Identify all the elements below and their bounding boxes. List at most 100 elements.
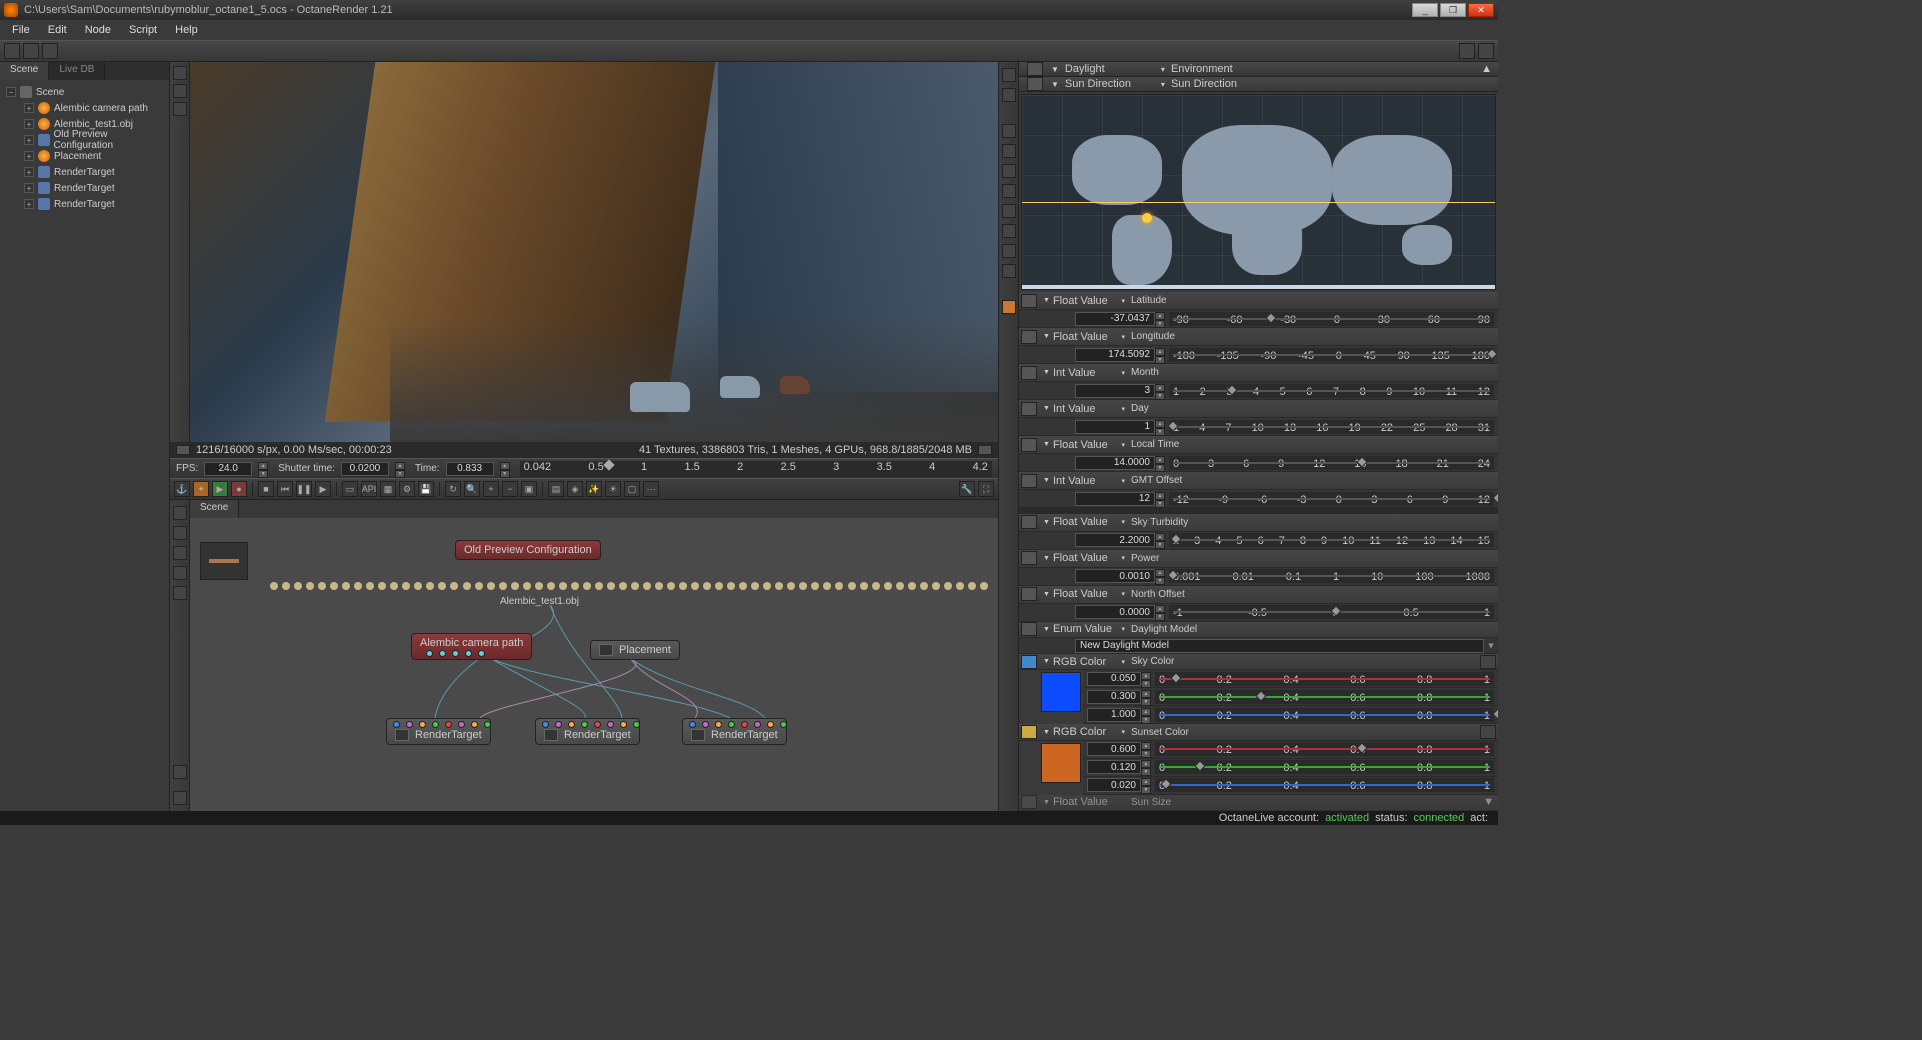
tree-root[interactable]: − Scene <box>2 84 167 100</box>
tree-item[interactable]: +Alembic camera path <box>2 100 167 116</box>
fps-input[interactable] <box>204 462 252 476</box>
maximize-button[interactable]: ❐ <box>1440 3 1466 17</box>
layer-icon[interactable]: ▤ <box>548 481 564 497</box>
rt-mesh-icon[interactable] <box>1002 224 1016 238</box>
spinner[interactable]: ▲▼ <box>1155 456 1165 470</box>
sunset-g-slider[interactable]: 00.20.40.60.81 <box>1155 760 1494 774</box>
sunset-b-input[interactable] <box>1087 778 1141 792</box>
sunset-r-input[interactable] <box>1087 742 1141 756</box>
month-slider[interactable]: 123456789101112 <box>1169 384 1494 398</box>
sky-g-input[interactable] <box>1087 690 1141 704</box>
tree-item[interactable]: +Old Preview Configuration <box>2 132 167 148</box>
spinner[interactable]: ▲▼ <box>1141 672 1151 686</box>
node-placement[interactable]: Placement <box>590 640 680 660</box>
prop-gmt-offset[interactable]: ▼Int Value▾ GMT Offset <box>1019 472 1498 490</box>
minimize-button[interactable]: _ <box>1412 3 1438 17</box>
longitude-slider[interactable]: -180-135-90-4504590135180 <box>1169 348 1494 362</box>
daylight-model-select[interactable]: New Daylight Model <box>1075 639 1484 653</box>
sun-marker-icon[interactable] <box>1142 213 1152 223</box>
play-button[interactable]: ▶ <box>315 481 331 497</box>
more-icon[interactable]: ⋯ <box>643 481 659 497</box>
link-icon[interactable] <box>1021 795 1037 809</box>
timeline-ruler[interactable]: 0.0420.511.522.533.544.2 <box>520 461 992 477</box>
grid-icon[interactable]: ▦ <box>380 481 396 497</box>
time-input[interactable] <box>446 462 494 476</box>
env-header[interactable]: ▼ Daylight ▾ Environment ▲ <box>1019 62 1498 77</box>
scroll-up-icon[interactable]: ▲ <box>1481 63 1492 75</box>
node-alembic-cam[interactable]: Alembic camera path <box>411 633 532 660</box>
rt-cam-icon[interactable] <box>1002 88 1016 102</box>
rt-mat-icon[interactable] <box>1002 204 1016 218</box>
link-icon[interactable] <box>1021 622 1037 636</box>
playhead-icon[interactable] <box>603 459 614 470</box>
time-spinner[interactable]: ▲▼ <box>500 462 510 476</box>
node-select-icon[interactable] <box>173 506 187 520</box>
gmt-offset-slider[interactable]: -12-9-6-3036912 <box>1169 492 1494 506</box>
zoom-icon[interactable]: 🔍 <box>464 481 480 497</box>
node-circle-icon[interactable] <box>173 546 187 560</box>
expand-icon[interactable] <box>1480 725 1496 739</box>
save-icon[interactable]: 💾 <box>418 481 434 497</box>
monitor-icon[interactable]: ▭ <box>342 481 358 497</box>
expand-icon[interactable] <box>1480 655 1496 669</box>
node-list-icon[interactable] <box>173 526 187 540</box>
month-input[interactable] <box>1075 384 1155 398</box>
spinner[interactable]: ▲▼ <box>1155 420 1165 434</box>
node-wrench-icon[interactable] <box>173 765 187 779</box>
expand-icon[interactable]: ⛶ <box>978 481 994 497</box>
vp-lock-icon[interactable] <box>173 66 187 80</box>
day-input[interactable] <box>1075 420 1155 434</box>
expand-icon[interactable]: + <box>24 103 34 113</box>
spinner[interactable]: ▲▼ <box>1155 569 1165 583</box>
sky-b-input[interactable] <box>1087 708 1141 722</box>
shutter-spinner[interactable]: ▲▼ <box>395 462 405 476</box>
sky-r-slider[interactable]: 00.20.40.60.81 <box>1155 672 1494 686</box>
expand-icon[interactable]: + <box>24 119 34 129</box>
prop-daylight-model[interactable]: ▼Enum Value▾ Daylight Model <box>1019 622 1498 638</box>
sundir-header[interactable]: ▼ Sun Direction ▾ Sun Direction <box>1019 77 1498 92</box>
toolbar-open-icon[interactable] <box>23 43 39 59</box>
power-input[interactable] <box>1075 569 1155 583</box>
sky-turbidity-slider[interactable]: 23456789101112131415 <box>1169 533 1494 547</box>
rt-render-icon[interactable] <box>1002 300 1016 314</box>
toolbar-fullscreen-icon[interactable] <box>1478 43 1494 59</box>
prop-sky-turbidity[interactable]: ▼Float Value▾ Sky Turbidity <box>1019 514 1498 532</box>
tree-item[interactable]: +RenderTarget <box>2 180 167 196</box>
prop-sun-size[interactable]: ▼Float Value Sun Size ▼ <box>1019 795 1498 811</box>
link-icon[interactable] <box>1021 330 1037 344</box>
sunset-color-swatch[interactable] <box>1041 743 1081 783</box>
prev-button[interactable]: ⏮ <box>277 481 293 497</box>
sky-color-swatch[interactable] <box>1041 672 1081 712</box>
shutter-input[interactable] <box>341 462 389 476</box>
sunset-r-slider[interactable]: 00.20.40.60.81 <box>1155 742 1494 756</box>
day-slider[interactable]: 1471013161922252831 <box>1169 420 1494 434</box>
spinner[interactable]: ▲▼ <box>1155 312 1165 326</box>
prop-power[interactable]: ▼Float Value▾ Power <box>1019 550 1498 568</box>
rt-img-icon[interactable] <box>1002 144 1016 158</box>
spinner[interactable]: ▲▼ <box>1141 708 1151 722</box>
prop-sunset-color[interactable]: ▼RGB Color▾ Sunset Color <box>1019 724 1498 740</box>
rt-hier-icon[interactable] <box>1002 244 1016 258</box>
menu-edit[interactable]: Edit <box>40 22 75 38</box>
zoom-out-icon[interactable]: − <box>502 481 518 497</box>
prop-sky-color[interactable]: ▼RGB Color▾ Sky Color <box>1019 654 1498 670</box>
menu-node[interactable]: Node <box>77 22 119 38</box>
node-canvas[interactable]: Old Preview Configuration Alembic_test1.… <box>190 518 998 811</box>
sunset-b-slider[interactable]: 00.20.40.60.81 <box>1155 778 1494 792</box>
zoom-in-icon[interactable]: + <box>483 481 499 497</box>
rt-grid-icon[interactable] <box>1002 124 1016 138</box>
tree-item[interactable]: +RenderTarget <box>2 196 167 212</box>
play-start-icon[interactable]: ▶ <box>212 481 228 497</box>
tab-livedb[interactable]: Live DB <box>49 62 105 80</box>
toolbar-save-icon[interactable] <box>42 43 58 59</box>
spinner[interactable]: ▲▼ <box>1155 492 1165 506</box>
menu-file[interactable]: File <box>4 22 38 38</box>
prop-day[interactable]: ▼Int Value▾ Day <box>1019 400 1498 418</box>
link-icon[interactable] <box>1021 725 1037 739</box>
north-offset-slider[interactable]: -1-0.500.51 <box>1169 605 1494 619</box>
spinner[interactable]: ▲▼ <box>1141 742 1151 756</box>
toolbar-wrench-icon[interactable] <box>1459 43 1475 59</box>
node-tab-scene[interactable]: Scene <box>190 500 239 518</box>
node-move-icon[interactable] <box>173 566 187 580</box>
expand-icon[interactable]: + <box>24 135 34 145</box>
